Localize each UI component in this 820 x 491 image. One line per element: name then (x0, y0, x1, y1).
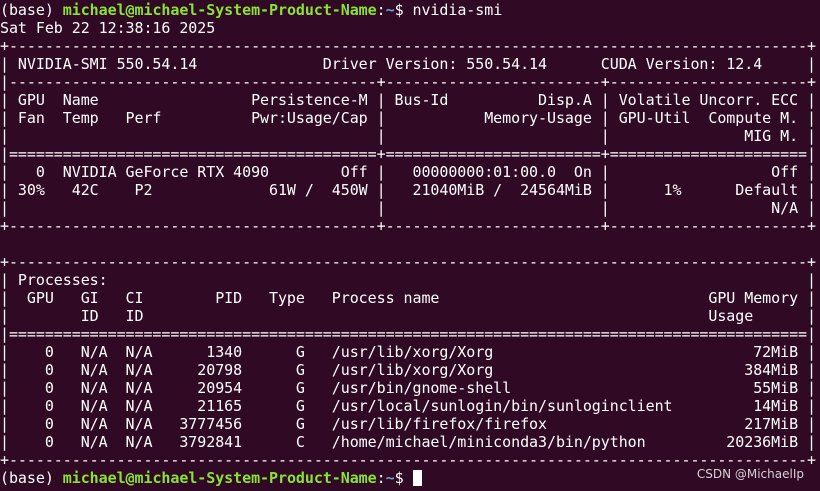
prompt-colon: : (376, 1, 386, 19)
output-line: | NVIDIA-SMI 550.54.14 Driver Version: 5… (0, 55, 816, 73)
output-line: | Fan Temp Perf Pwr:Usage/Cap | Memory-U… (0, 109, 816, 127)
output-line: | 0 N/A N/A 3777456 G /usr/lib/firefox/f… (0, 415, 816, 433)
output-line: | GPU GI CI PID Type Process name GPU Me… (0, 289, 816, 307)
output-line: +---------------------------------------… (0, 253, 816, 271)
output-line: +---------------------------------------… (0, 217, 816, 235)
output-line: | 0 N/A N/A 1340 G /usr/lib/xorg/Xorg 72… (0, 343, 816, 361)
output-line: |=======================================… (0, 145, 816, 163)
prompt-env: (base) (0, 469, 63, 487)
command-output: Sat Feb 22 12:38:16 2025 +---------------… (0, 19, 820, 469)
output-line: | | | MIG M. | (0, 127, 816, 145)
prompt-symbol: $ (394, 1, 413, 19)
output-line: | ID ID Usage | (0, 307, 816, 325)
prompt-symbol: $ (394, 469, 413, 487)
entered-command: nvidia-smi (412, 1, 503, 19)
output-line: | 0 N/A N/A 20954 G /usr/bin/gnome-shell… (0, 379, 816, 397)
prompt-path: ~ (385, 1, 395, 19)
terminal-window[interactable]: (base) michael@michael-System-Product-Na… (0, 0, 820, 491)
output-line: | | | N/A | (0, 199, 816, 217)
output-line: |---------------------------------------… (0, 73, 816, 91)
output-line: | 30% 42C P2 61W / 450W | 21040MiB / 245… (0, 181, 816, 199)
prompt-env: (base) (0, 1, 63, 19)
output-line: +---------------------------------------… (0, 37, 816, 55)
output-line: | Processes: | (0, 271, 816, 289)
watermark-text: CSDN @MichaelIp (696, 467, 804, 481)
output-line: Sat Feb 22 12:38:16 2025 (0, 19, 216, 37)
command-prompt-line: (base) michael@michael-System-Product-Na… (0, 1, 820, 19)
output-line: |=======================================… (0, 325, 816, 343)
output-line: | 0 N/A N/A 3792841 C /home/michael/mini… (0, 433, 816, 451)
output-line: | GPU Name Persistence-M | Bus-Id Disp.A… (0, 91, 816, 109)
prompt-user-host: michael@michael-System-Product-Name (62, 469, 377, 487)
output-line: | 0 N/A N/A 21165 G /usr/local/sunlogin/… (0, 397, 816, 415)
prompt-colon: : (376, 469, 386, 487)
prompt-path: ~ (385, 469, 395, 487)
output-line: | 0 N/A N/A 20798 G /usr/lib/xorg/Xorg 3… (0, 361, 816, 379)
output-line: | 0 NVIDIA GeForce RTX 4090 Off | 000000… (0, 163, 816, 181)
prompt-user-host: michael@michael-System-Product-Name (62, 1, 377, 19)
text-cursor[interactable] (412, 470, 422, 486)
